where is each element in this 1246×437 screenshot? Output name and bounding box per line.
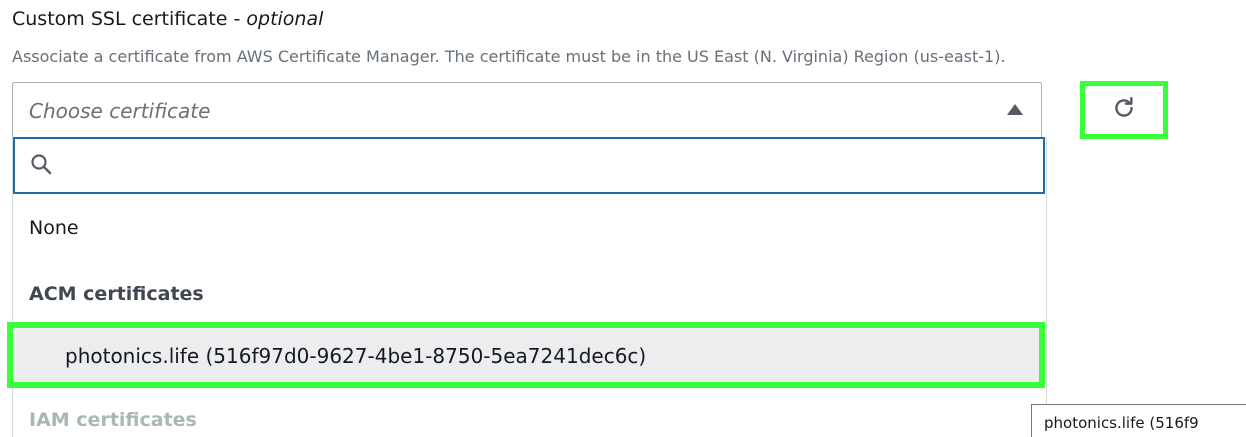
option-none[interactable]: None [29,217,79,239]
field-description: Associate a certificate from AWS Certifi… [12,47,1006,66]
certificate-dropdown: None ACM certificates photonics.life (51… [7,137,1047,437]
group-label-iam: IAM certificates [29,409,197,431]
option-acm-certificate-label: photonics.life (516f97d0-9627-4be1-8750-… [65,344,647,368]
certificate-select[interactable]: Choose certificate [12,82,1042,137]
caret-up-icon [1007,104,1023,115]
option-acm-certificate[interactable]: photonics.life (516f97d0-9627-4be1-8750-… [7,322,1045,388]
search-icon [29,152,53,180]
select-placeholder: Choose certificate [29,99,211,123]
field-label-optional: optional [246,8,324,30]
refresh-highlight [1080,81,1168,139]
tooltip: photonics.life (516f9 [1031,404,1246,437]
field-label-text: Custom SSL certificate - [12,8,247,30]
ssl-certificate-field: Custom SSL certificate - optional Associ… [0,0,1246,437]
refresh-button[interactable] [1089,90,1159,130]
group-label-acm: ACM certificates [29,283,204,305]
refresh-icon [1111,95,1137,125]
field-label: Custom SSL certificate - optional [12,8,323,30]
search-box [13,137,1045,194]
search-input[interactable] [59,147,1033,185]
